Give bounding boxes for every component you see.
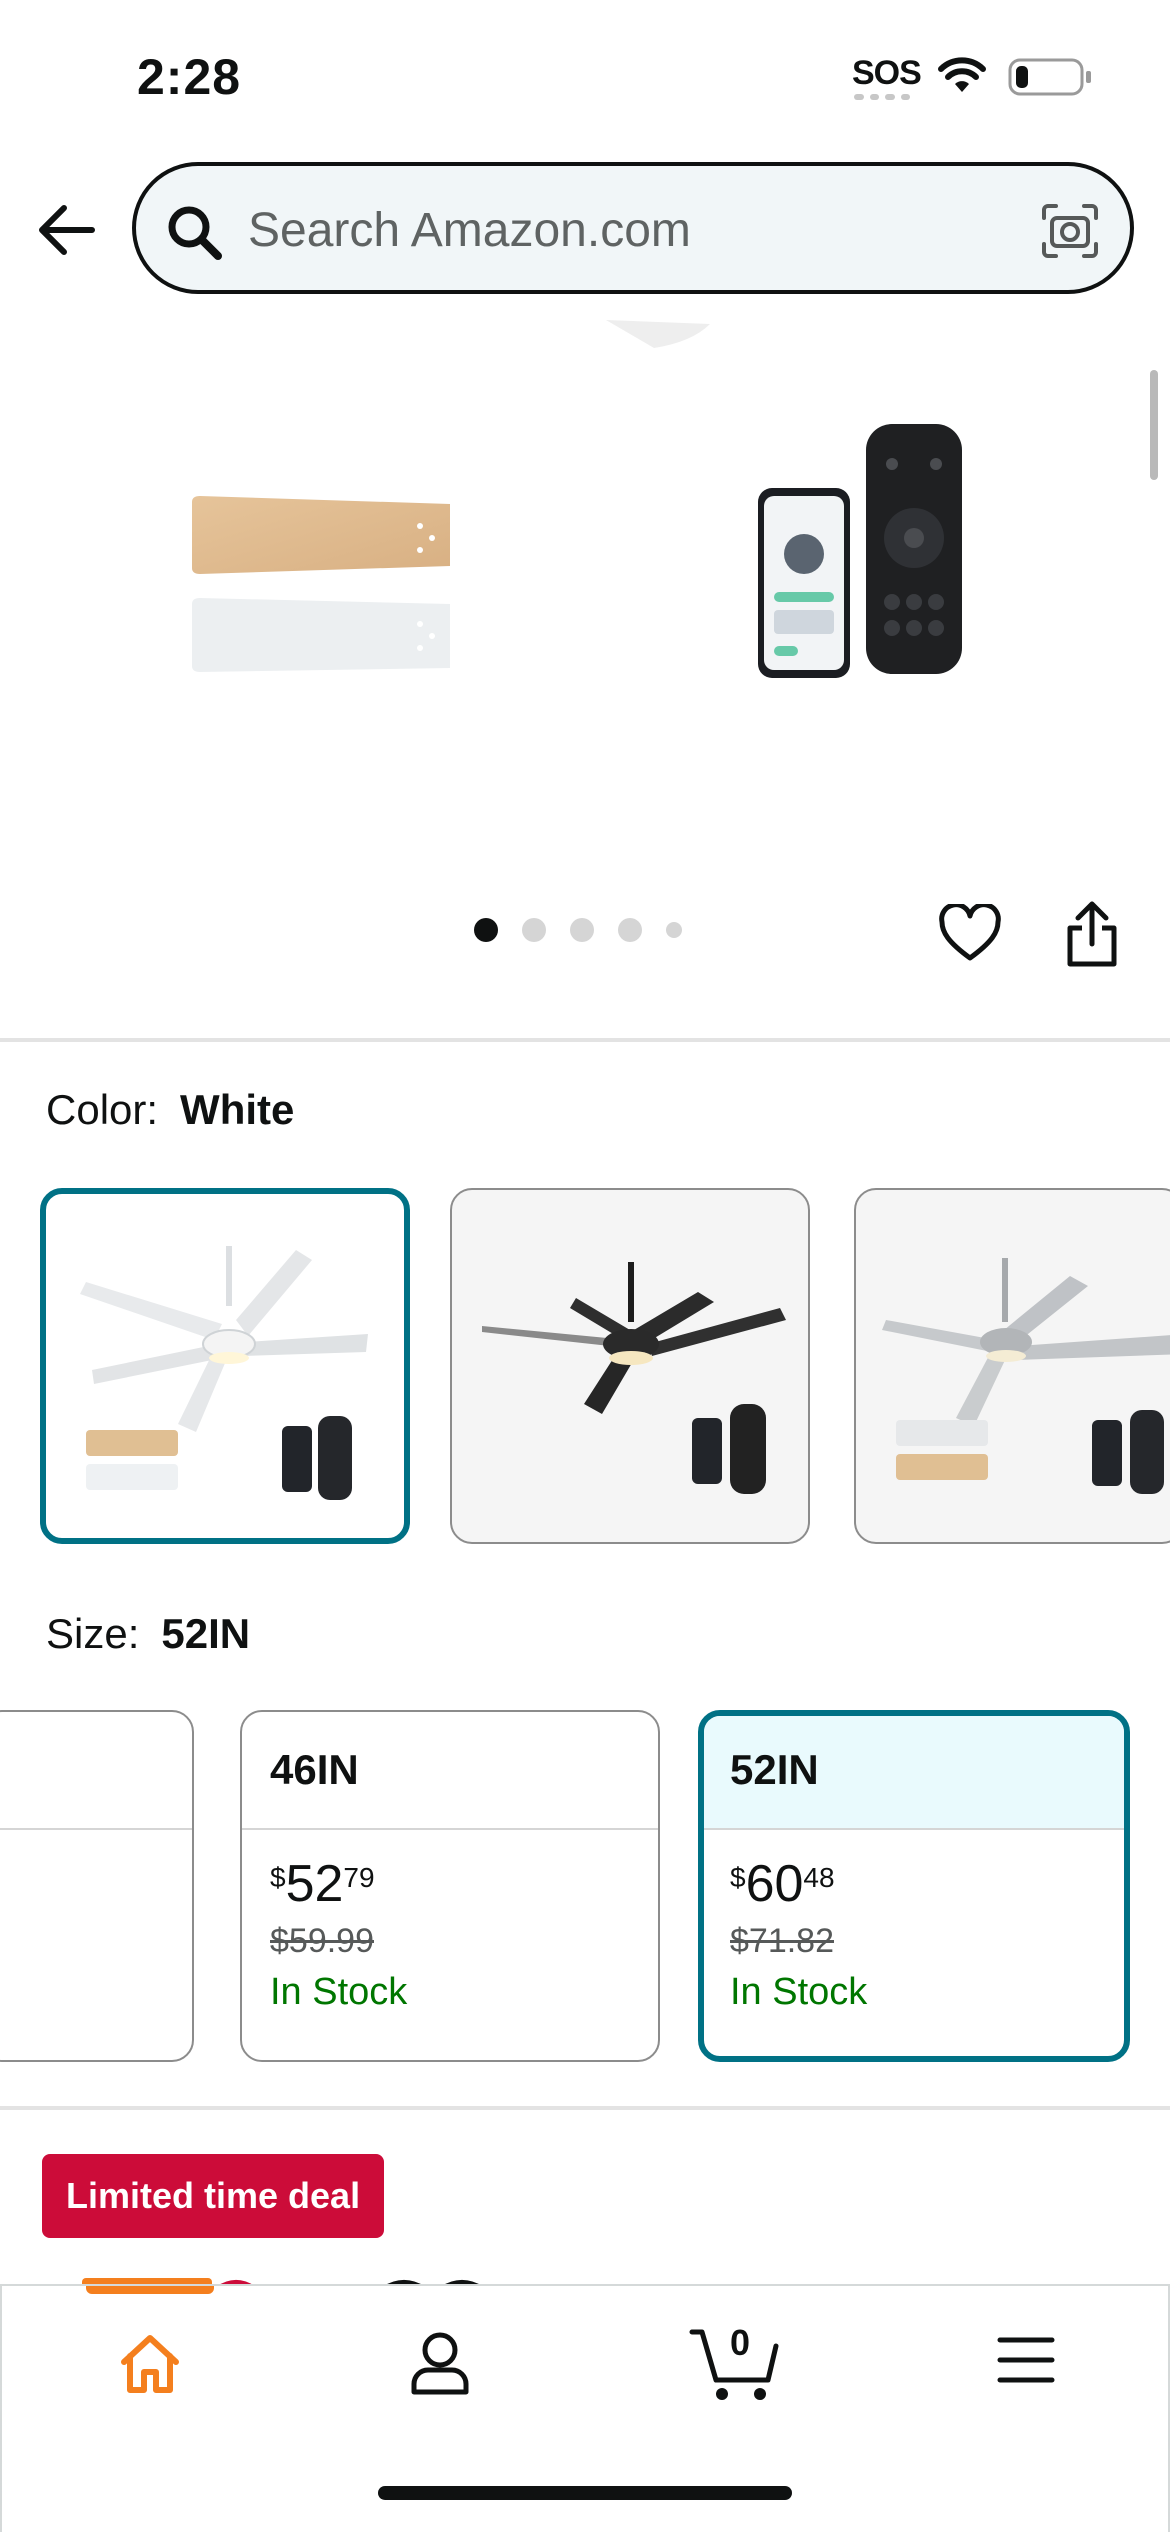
size-option-price: $60 48 — [730, 1855, 835, 1913]
fan-blade-image — [606, 320, 710, 348]
size-option-stock: In Stock — [270, 1971, 408, 2013]
size-option-46in[interactable]: 46IN $52 79 $59.99 In Stock — [240, 1710, 660, 2062]
carousel-dot[interactable] — [618, 918, 642, 942]
nickel-fan-thumbnail — [882, 1258, 1170, 1494]
battery-icon — [1008, 58, 1091, 96]
size-option-price: $52 79 — [270, 1855, 375, 1913]
scrollbar[interactable] — [1150, 370, 1158, 480]
remote-and-app-image — [758, 424, 962, 678]
size-option-52in[interactable]: 52IN $60 48 $71.82 In Stock — [698, 1710, 1130, 2062]
carousel-dot[interactable] — [474, 918, 498, 942]
cart-count: 0 — [729, 2322, 751, 2363]
home-icon[interactable] — [118, 2332, 182, 2396]
size-label: Size: — [46, 1610, 140, 1657]
heart-icon[interactable] — [938, 904, 1002, 964]
color-option-white[interactable] — [40, 1188, 410, 1544]
share-icon[interactable] — [1064, 898, 1120, 968]
carousel-dot[interactable] — [570, 918, 594, 942]
color-value: White — [180, 1086, 295, 1133]
color-option-nickel[interactable] — [854, 1188, 1170, 1544]
color-selection-label: Color: White — [46, 1086, 294, 1134]
sos-indicator: SOS — [852, 54, 922, 92]
account-icon[interactable] — [408, 2328, 472, 2398]
limited-time-deal-badge: Limited time deal — [42, 2154, 385, 2238]
active-tab-indicator — [86, 2286, 214, 2294]
color-label: Color: — [46, 1086, 159, 1133]
back-arrow-icon[interactable] — [34, 198, 98, 262]
size-value: 52IN — [161, 1610, 251, 1657]
wifi-icon — [938, 57, 986, 92]
size-option-list-price: $59.99 — [270, 1922, 374, 1960]
white-fan-thumbnail — [80, 1246, 368, 1500]
image-carousel-dots[interactable] — [474, 918, 682, 942]
status-time: 2:28 — [137, 49, 242, 105]
home-indicator[interactable] — [378, 2486, 792, 2500]
black-fan-thumbnail — [482, 1262, 786, 1494]
color-option-black[interactable] — [450, 1188, 810, 1544]
size-option-label — [0, 1712, 192, 1830]
search-bar[interactable] — [132, 162, 1134, 294]
size-option-card[interactable] — [0, 1710, 194, 2062]
sos-signal-dots — [854, 94, 910, 102]
section-divider — [0, 1038, 1170, 1042]
search-icon — [168, 206, 222, 260]
size-option-stock: In Stock — [730, 1971, 868, 2013]
blade-finish-image — [192, 496, 450, 672]
search-input[interactable] — [248, 192, 948, 268]
carousel-dot[interactable] — [522, 918, 546, 942]
section-divider — [0, 2106, 1170, 2110]
menu-icon[interactable] — [996, 2334, 1056, 2386]
camera-icon[interactable] — [1040, 202, 1100, 260]
size-selection-label: Size: 52IN — [46, 1610, 250, 1658]
carousel-dot[interactable] — [666, 922, 682, 938]
status-bar: 2:28 SOS — [0, 0, 1170, 150]
size-option-label: 52IN — [704, 1716, 1124, 1830]
size-option-list-price: $71.82 — [730, 1922, 834, 1960]
size-option-label: 46IN — [242, 1712, 658, 1830]
